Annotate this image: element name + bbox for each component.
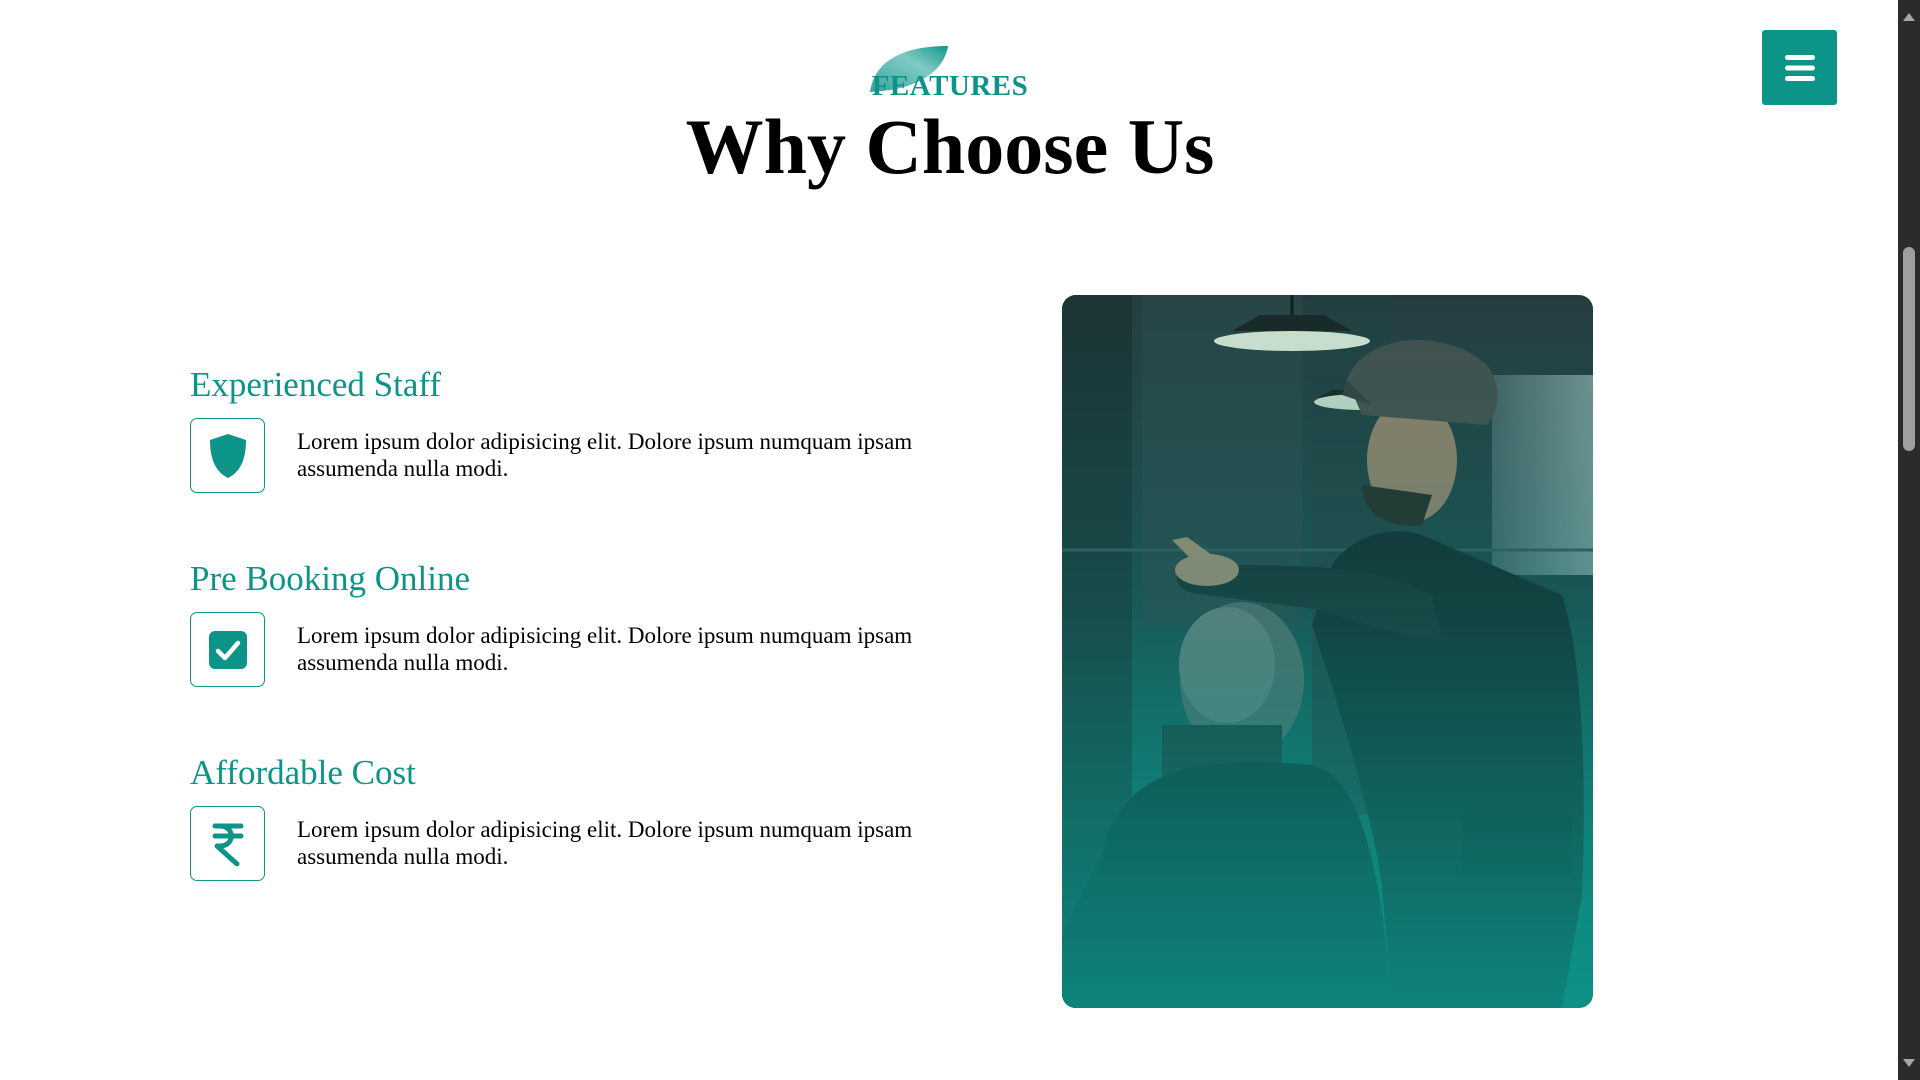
feature-row: Lorem ipsum dolor adipisicing elit. Dolo… xyxy=(190,806,930,884)
feature-title: Affordable Cost xyxy=(190,753,416,792)
feature-title: Pre Booking Online xyxy=(190,559,470,598)
feature-item-experienced-staff: Experienced Staff Lorem ipsum dolor adip… xyxy=(190,364,930,496)
feature-icon-box xyxy=(190,806,265,881)
shield-icon xyxy=(209,433,246,478)
feature-description: Lorem ipsum dolor adipisicing elit. Dolo… xyxy=(297,623,913,675)
feature-item-pre-booking-online: Pre Booking Online Lorem ipsum dolor adi… xyxy=(190,558,930,690)
feature-row: Lorem ipsum dolor adipisicing elit. Dolo… xyxy=(190,418,930,496)
checkbox-icon xyxy=(208,630,247,669)
features-section: FEATURES Why Choose Us Experienced Staff… xyxy=(0,0,1898,1080)
scrollbar-thumb[interactable] xyxy=(1903,247,1915,451)
menu-button[interactable] xyxy=(1762,30,1837,105)
page: FEATURES Why Choose Us Experienced Staff… xyxy=(0,0,1920,1080)
scrollbar[interactable] xyxy=(1898,0,1920,1080)
barber-image xyxy=(1062,295,1593,1008)
feature-description: Lorem ipsum dolor adipisicing elit. Dolo… xyxy=(297,429,913,481)
feature-row: Lorem ipsum dolor adipisicing elit. Dolo… xyxy=(190,612,930,690)
rupee-icon xyxy=(212,823,243,866)
feature-title: Experienced Staff xyxy=(190,365,442,404)
section-tag-label: FEATURES xyxy=(871,70,1029,102)
hamburger-icon xyxy=(1784,54,1815,81)
scroll-up-arrow-icon[interactable] xyxy=(1903,13,1915,21)
feature-icon-box xyxy=(190,612,265,687)
feature-description: Lorem ipsum dolor adipisicing elit. Dolo… xyxy=(297,817,913,869)
barber-photo xyxy=(1062,295,1593,1008)
scroll-down-arrow-icon[interactable] xyxy=(1903,1059,1915,1067)
feature-icon-box xyxy=(190,418,265,493)
page-title: Why Choose Us xyxy=(685,103,1215,190)
section-tag: FEATURES xyxy=(850,40,1050,102)
feature-item-affordable-cost: Affordable Cost Lorem ipsum dolor adipis… xyxy=(190,752,930,884)
